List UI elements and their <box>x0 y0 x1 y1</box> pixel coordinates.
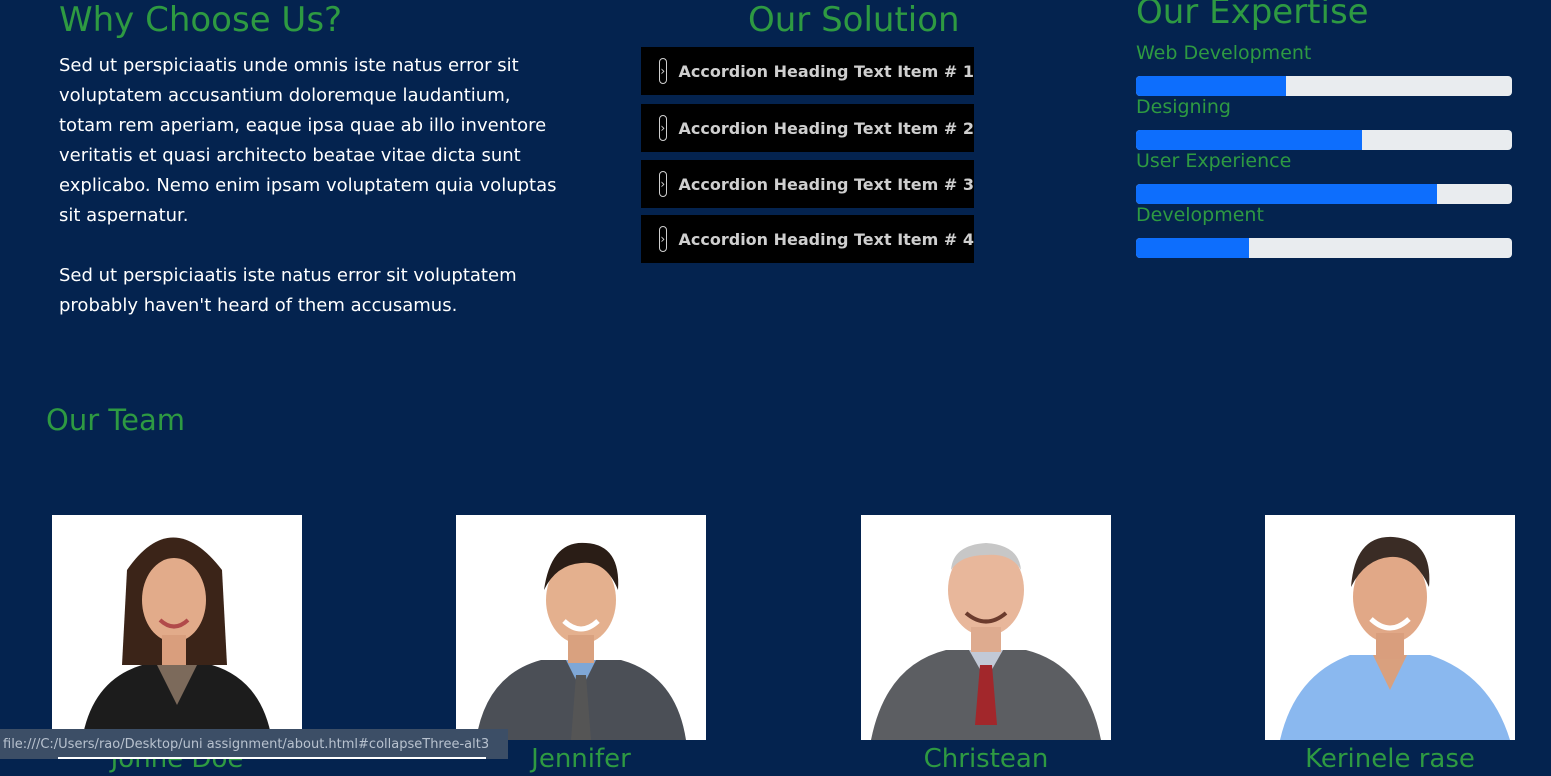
progress-bar-web-development <box>1136 76 1512 96</box>
accordion-item-3[interactable]: › Accordion Heading Text Item # 3 <box>641 160 974 208</box>
progress-bar-user-experience <box>1136 184 1512 204</box>
skill-label-web-development: Web Development <box>1136 42 1312 64</box>
accordion-item-4[interactable]: › Accordion Heading Text Item # 4 <box>641 215 974 263</box>
why-paragraph-2: Sed ut perspiciaatis iste natus error si… <box>59 265 517 316</box>
team-member-name: Christean <box>923 744 1049 774</box>
accordion-heading-label: Accordion Heading Text Item # 1 <box>678 61 975 81</box>
progress-fill <box>1136 76 1287 96</box>
team-member-photo <box>52 515 302 740</box>
chevron-right-icon: › <box>659 58 667 84</box>
our-solution-heading: Our Solution <box>748 0 960 40</box>
accordion-heading-label: Accordion Heading Text Item # 3 <box>678 174 975 194</box>
skill-label-designing: Designing <box>1136 96 1231 118</box>
accordion-heading-label: Accordion Heading Text Item # 4 <box>678 229 975 249</box>
accordion-heading-label: Accordion Heading Text Item # 2 <box>678 118 975 138</box>
accordion-item-1[interactable]: › Accordion Heading Text Item # 1 <box>641 47 974 95</box>
progress-bar-development <box>1136 238 1512 258</box>
accordion-item-2[interactable]: › Accordion Heading Text Item # 2 <box>641 104 974 152</box>
our-team-heading: Our Team <box>46 403 185 437</box>
team-member-photo <box>456 515 706 740</box>
chevron-right-icon: › <box>659 115 667 141</box>
why-choose-us-text: Sed ut perspiciaatis unde omnis iste nat… <box>59 51 569 351</box>
why-choose-us-heading: Why Choose Us? <box>59 0 343 40</box>
why-paragraph-1: Sed ut perspiciaatis unde omnis iste nat… <box>59 55 557 226</box>
team-member-photo <box>1265 515 1515 740</box>
skill-label-development: Development <box>1136 204 1264 226</box>
chevron-right-icon: › <box>659 171 667 197</box>
progress-bar-designing <box>1136 130 1512 150</box>
browser-status-bar: file:///C:/Users/rao/Desktop/uni assignm… <box>0 729 508 759</box>
our-expertise-heading: Our Expertise <box>1136 0 1369 32</box>
progress-fill <box>1136 238 1249 258</box>
progress-fill <box>1136 184 1437 204</box>
skill-label-user-experience: User Experience <box>1136 150 1292 172</box>
progress-fill <box>1136 130 1362 150</box>
chevron-right-icon: › <box>659 226 667 252</box>
team-member-name: Kerinele rase <box>1305 744 1475 774</box>
team-member-photo <box>861 515 1111 740</box>
